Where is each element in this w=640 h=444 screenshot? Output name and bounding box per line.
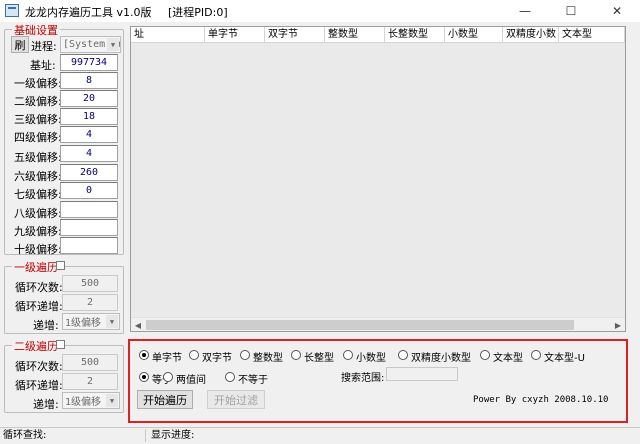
level1-loop-step-field[interactable]: 2 bbox=[62, 294, 118, 311]
type-radio-text-unicode[interactable] bbox=[531, 350, 541, 360]
type-label-int[interactable]: 整数型 bbox=[253, 349, 283, 364]
offset-3-label: 三级偏移: bbox=[14, 113, 62, 126]
status-progress: 显示进度: bbox=[151, 430, 195, 441]
scroll-left-icon[interactable]: ◀ bbox=[131, 318, 145, 331]
process-pid-label: [进程PID:0] bbox=[168, 6, 228, 19]
level2-step-label: 递增: bbox=[33, 398, 59, 411]
close-button[interactable]: ✕ bbox=[594, 0, 640, 22]
level2-loop-step-label: 循环递增: bbox=[15, 379, 63, 392]
offset-7-field[interactable]: 0 bbox=[60, 182, 118, 199]
offset-8-label: 八级偏移: bbox=[14, 207, 62, 220]
level2-loop-step-field[interactable]: 2 bbox=[62, 373, 118, 390]
offset-4-label: 四级偏移: bbox=[14, 131, 62, 144]
level1-loop-step-label: 循环递增: bbox=[15, 300, 63, 313]
refresh-button[interactable]: 刷 bbox=[11, 36, 29, 53]
chevron-down-icon[interactable]: ▼ bbox=[106, 315, 118, 328]
column-header-byte[interactable]: 单字节 bbox=[205, 27, 265, 43]
type-label-float[interactable]: 小数型 bbox=[356, 349, 386, 364]
type-label-text-unicode[interactable]: 文本型-U bbox=[544, 349, 585, 364]
level2-step-select-value: 1级偏移 bbox=[65, 397, 102, 408]
offset-9-field[interactable] bbox=[60, 219, 118, 236]
base-address-field[interactable]: 997734 bbox=[60, 54, 118, 71]
column-header-int[interactable]: 整数型 bbox=[325, 27, 385, 43]
type-radio-word[interactable] bbox=[189, 350, 199, 360]
column-header-double[interactable]: 双精度小数 bbox=[503, 27, 559, 43]
offset-2-field[interactable]: 20 bbox=[60, 90, 118, 107]
chevron-down-icon[interactable]: ▼ bbox=[107, 38, 119, 51]
chevron-down-icon[interactable]: ▼ bbox=[106, 394, 118, 407]
minimize-button[interactable]: — bbox=[502, 0, 548, 22]
search-range-field[interactable] bbox=[386, 367, 458, 381]
condition-radio-equal[interactable] bbox=[139, 372, 149, 382]
column-header-text[interactable]: 文本型 bbox=[559, 27, 625, 43]
offset-10-field[interactable] bbox=[60, 237, 118, 254]
type-label-double[interactable]: 双精度小数型 bbox=[411, 349, 471, 364]
type-radio-float[interactable] bbox=[343, 350, 353, 360]
column-header-float[interactable]: 小数型 bbox=[445, 27, 503, 43]
level2-step-select[interactable]: 1级偏移 ▼ bbox=[62, 392, 120, 409]
type-label-long[interactable]: 长整型 bbox=[304, 349, 334, 364]
credit-text: Power By cxyzh 2008.10.10 bbox=[473, 395, 609, 405]
type-label-word[interactable]: 双字节 bbox=[202, 349, 232, 364]
result-list[interactable]: 址 单字节 双字节 整数型 长整数型 小数型 双精度小数 文本型 ◀ ▶ bbox=[130, 26, 626, 332]
offset-9-label: 九级偏移: bbox=[14, 225, 62, 238]
column-header-long[interactable]: 长整数型 bbox=[385, 27, 445, 43]
horizontal-scrollbar[interactable]: ◀ ▶ bbox=[131, 317, 625, 331]
level1-loop-count-label: 循环次数: bbox=[15, 281, 63, 294]
level1-step-select[interactable]: 1级偏移 ▼ bbox=[62, 313, 120, 330]
level2-loop-count-label: 循环次数: bbox=[15, 360, 63, 373]
offset-6-label: 六级偏移: bbox=[14, 170, 62, 183]
type-label-byte[interactable]: 单字节 bbox=[152, 349, 182, 364]
type-radio-text[interactable] bbox=[480, 350, 490, 360]
level2-enable-checkbox[interactable] bbox=[56, 340, 65, 349]
type-radio-double[interactable] bbox=[398, 350, 408, 360]
level1-traversal-title: 一级遍历 bbox=[12, 259, 60, 275]
offset-7-label: 七级偏移: bbox=[14, 188, 62, 201]
start-filter-button[interactable]: 开始过滤 bbox=[207, 390, 265, 409]
window-title: 龙龙内存遍历工具 v1.0版 bbox=[25, 6, 152, 19]
status-loop-find: 循环查找: bbox=[0, 429, 146, 442]
offset-3-field[interactable]: 18 bbox=[60, 108, 118, 125]
column-header-word[interactable]: 双字节 bbox=[265, 27, 325, 43]
maximize-button[interactable]: ☐ bbox=[548, 0, 594, 22]
offset-10-label: 十级偏移: bbox=[14, 243, 62, 256]
level1-loop-count-field[interactable]: 500 bbox=[62, 275, 118, 292]
search-range-label: 搜索范围: bbox=[341, 373, 385, 384]
condition-label-between[interactable]: 两值间 bbox=[176, 371, 206, 386]
process-select[interactable]: [System Pro ▼ bbox=[60, 36, 121, 53]
type-radio-byte[interactable] bbox=[139, 350, 149, 360]
scrollbar-thumb[interactable] bbox=[146, 320, 574, 330]
offset-5-label: 五级偏移: bbox=[14, 151, 62, 164]
offset-1-label: 一级偏移: bbox=[14, 77, 62, 90]
type-label-text[interactable]: 文本型 bbox=[493, 349, 523, 364]
offset-4-field[interactable]: 4 bbox=[60, 126, 118, 143]
condition-label-not-equal[interactable]: 不等于 bbox=[238, 371, 268, 386]
level2-loop-count-field[interactable]: 500 bbox=[62, 354, 118, 371]
scroll-right-icon[interactable]: ▶ bbox=[611, 318, 625, 331]
offset-5-field[interactable]: 4 bbox=[60, 145, 118, 162]
start-traversal-button[interactable]: 开始遍历 bbox=[137, 390, 193, 409]
result-list-header: 址 单字节 双字节 整数型 长整数型 小数型 双精度小数 文本型 bbox=[131, 27, 625, 43]
level1-enable-checkbox[interactable] bbox=[56, 261, 65, 270]
offset-2-label: 二级偏移: bbox=[14, 95, 62, 108]
level1-step-label: 递增: bbox=[33, 319, 59, 332]
type-radio-int[interactable] bbox=[240, 350, 250, 360]
offset-6-field[interactable]: 260 bbox=[60, 164, 118, 181]
app-icon bbox=[5, 4, 19, 17]
condition-radio-not-equal[interactable] bbox=[225, 372, 235, 382]
level2-traversal-title: 二级遍历 bbox=[12, 338, 60, 354]
offset-1-field[interactable]: 8 bbox=[60, 72, 118, 89]
level1-step-select-value: 1级偏移 bbox=[65, 318, 102, 329]
column-header-address[interactable]: 址 bbox=[131, 27, 205, 43]
base-address-label: 基址: bbox=[30, 59, 56, 72]
process-label: 进程: bbox=[31, 40, 57, 53]
offset-8-field[interactable] bbox=[60, 201, 118, 218]
condition-radio-between[interactable] bbox=[163, 372, 173, 382]
type-radio-long[interactable] bbox=[291, 350, 301, 360]
